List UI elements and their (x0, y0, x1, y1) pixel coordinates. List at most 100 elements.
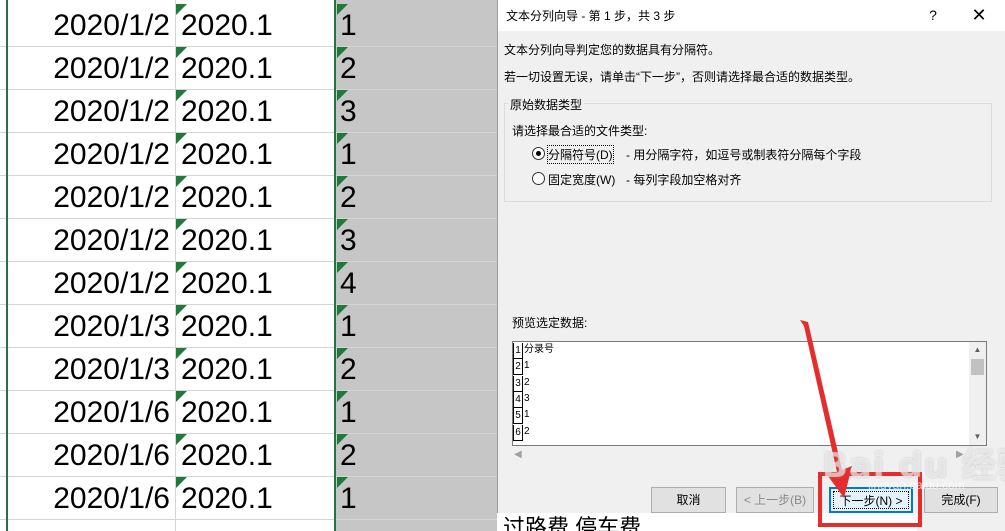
preview-vertical-scrollbar[interactable]: ▲ ▼ (969, 342, 986, 445)
radio-label-fixed-width[interactable]: 固定宽度(W) (548, 171, 615, 188)
data-type-group-title: 原始数据类型 (508, 96, 585, 113)
period-cell[interactable]: 2020.1 (176, 47, 334, 90)
error-indicator-icon (176, 477, 187, 488)
entry-cell[interactable]: 1 (337, 391, 497, 434)
error-indicator-icon (176, 434, 187, 445)
date-cell[interactable]: 2020/1/2 (8, 4, 174, 47)
instruction-text: 若一切设置无误，请单击“下一步”，否则请选择最合适的数据类型。 (504, 70, 860, 84)
error-indicator-icon (176, 262, 187, 273)
period-cell[interactable]: 2020.1 (176, 477, 334, 520)
error-indicator-icon (337, 348, 348, 359)
error-indicator-icon (337, 47, 348, 58)
entry-cell[interactable]: 1 (337, 4, 497, 47)
spreadsheet: 2020/1/2 2020.1 1 2020/1/2 2020.1 2 2020/1/2 20… (0, 0, 500, 531)
error-indicator-icon (337, 391, 348, 402)
period-cell[interactable]: 2020.1 (176, 434, 334, 477)
period-cell[interactable]: 2020.1 (176, 176, 334, 219)
error-indicator-icon (176, 391, 187, 402)
table-row: 2020/1/2 2020.1 2 (0, 47, 500, 90)
preview-row-number: 4 (513, 391, 523, 408)
intro-text: 文本分列向导判定您的数据具有分隔符。 (504, 43, 721, 57)
entry-cell[interactable]: 4 (337, 262, 497, 305)
period-cell[interactable]: 2020.1 (176, 391, 334, 434)
scroll-left-icon[interactable]: ◀ (514, 446, 528, 463)
table-row: 2020/1/6 2020.1 2 (0, 434, 500, 477)
preview-label: 预览选定数据: (512, 316, 588, 330)
error-indicator-icon (337, 262, 348, 273)
table-row: 2020/1/2 2020.1 3 (0, 90, 500, 133)
error-indicator-icon (337, 305, 348, 316)
error-indicator-icon (176, 176, 187, 187)
date-cell[interactable]: 2020/1/6 (8, 434, 174, 477)
entry-cell[interactable]: 2 (337, 348, 497, 391)
date-cell[interactable]: 2020/1/3 (8, 348, 174, 391)
file-type-prompt: 请选择最合适的文件类型: (512, 124, 648, 138)
error-indicator-icon (337, 4, 348, 15)
entry-cell[interactable]: 2 (337, 434, 497, 477)
error-indicator-icon (337, 477, 348, 488)
table-row: 2020/1/2 2020.1 4 (0, 262, 500, 305)
radio-button-delimited[interactable] (532, 147, 545, 160)
dialog-titlebar: 文本分列向导 - 第 1 步，共 3 步 ? ✕ (498, 0, 1005, 31)
radio-selected-dot (536, 151, 541, 156)
entry-cell[interactable]: 1 (337, 305, 497, 348)
error-indicator-icon (337, 434, 348, 445)
date-cell[interactable]: 2020/1/2 (8, 176, 174, 219)
cancel-button[interactable]: 取消 (651, 487, 726, 513)
date-cell[interactable]: 2020/1/2 (8, 262, 174, 305)
period-cell[interactable]: 2020.1 (176, 4, 334, 47)
entry-cell[interactable]: 1 (337, 133, 497, 176)
error-indicator-icon (176, 90, 187, 101)
period-cell[interactable]: 2020.1 (176, 90, 334, 133)
preview-row-value: 3 (524, 392, 530, 404)
close-button[interactable]: ✕ (964, 0, 994, 31)
preview-row-number: 1 (513, 343, 523, 359)
date-cell[interactable]: 2020/1/2 (8, 219, 174, 262)
preview-pane[interactable]: 1 分录号 2 1 3 2 4 3 5 1 6 2 ▲ ▼ (512, 341, 987, 446)
watermark-url: jingyan.baidu.com (868, 478, 965, 492)
period-cell[interactable]: 2020.1 (176, 262, 334, 305)
entry-cell[interactable]: 3 (337, 219, 497, 262)
table-row: 2020/1/2 2020.1 2 (0, 176, 500, 219)
radio-label-delimited[interactable]: 分隔符号(D) (547, 145, 614, 164)
date-cell[interactable]: 2020/1/6 (8, 477, 174, 520)
scroll-thumb[interactable] (971, 359, 984, 375)
period-cell[interactable]: 2020.1 (176, 219, 334, 262)
table-row: 2020/1/3 2020.1 1 (0, 305, 500, 348)
preview-row-value: 2 (524, 425, 530, 437)
entry-cell[interactable]: 3 (337, 90, 497, 133)
date-cell[interactable]: 2020/1/2 (8, 90, 174, 133)
table-row: 2020/1/6 2020.1 1 (0, 477, 500, 520)
date-cell[interactable]: 2020/1/6 (8, 391, 174, 434)
error-indicator-icon (176, 348, 187, 359)
preview-row-number: 2 (513, 359, 523, 376)
entry-cell[interactable]: 2 (337, 176, 497, 219)
preview-row-number: 5 (513, 408, 523, 425)
table-row: 2020/1/2 2020.1 3 (0, 219, 500, 262)
preview-row-value: 1 (524, 409, 530, 421)
period-cell[interactable]: 2020.1 (176, 133, 334, 176)
error-indicator-icon (176, 4, 187, 15)
date-cell[interactable]: 2020/1/2 (8, 47, 174, 90)
preview-row-value: 分录号 (524, 344, 554, 355)
preview-row-number: 6 (513, 424, 523, 441)
entry-cell[interactable]: 2 (337, 47, 497, 90)
error-indicator-icon (337, 176, 348, 187)
period-cell[interactable]: 2020.1 (176, 348, 334, 391)
date-cell[interactable]: 2020/1/2 (8, 133, 174, 176)
period-cell[interactable]: 2020.1 (176, 305, 334, 348)
radio-button-fixed-width[interactable] (532, 172, 545, 185)
radio-desc-delimited: - 用分隔字符，如逗号或制表符分隔每个字段 (626, 148, 862, 162)
radio-desc-fixed-width: - 每列字段加空格对齐 (626, 173, 742, 187)
entry-cell[interactable]: 1 (337, 477, 497, 520)
sheet-row-partial-text: 过路费 停车费 (503, 515, 642, 531)
table-row: 2020/1/6 2020.1 1 (0, 391, 500, 434)
date-cell[interactable]: 2020/1/3 (8, 305, 174, 348)
scroll-up-icon[interactable]: ▲ (969, 342, 986, 358)
error-indicator-icon (176, 219, 187, 230)
preview-row-value: 2 (524, 376, 530, 388)
selection-border-mid (334, 0, 336, 531)
table-row: 2020/1/2 2020.1 1 (0, 133, 500, 176)
table-row: 2020/1/3 2020.1 2 (0, 348, 500, 391)
help-button[interactable]: ? (918, 0, 948, 31)
